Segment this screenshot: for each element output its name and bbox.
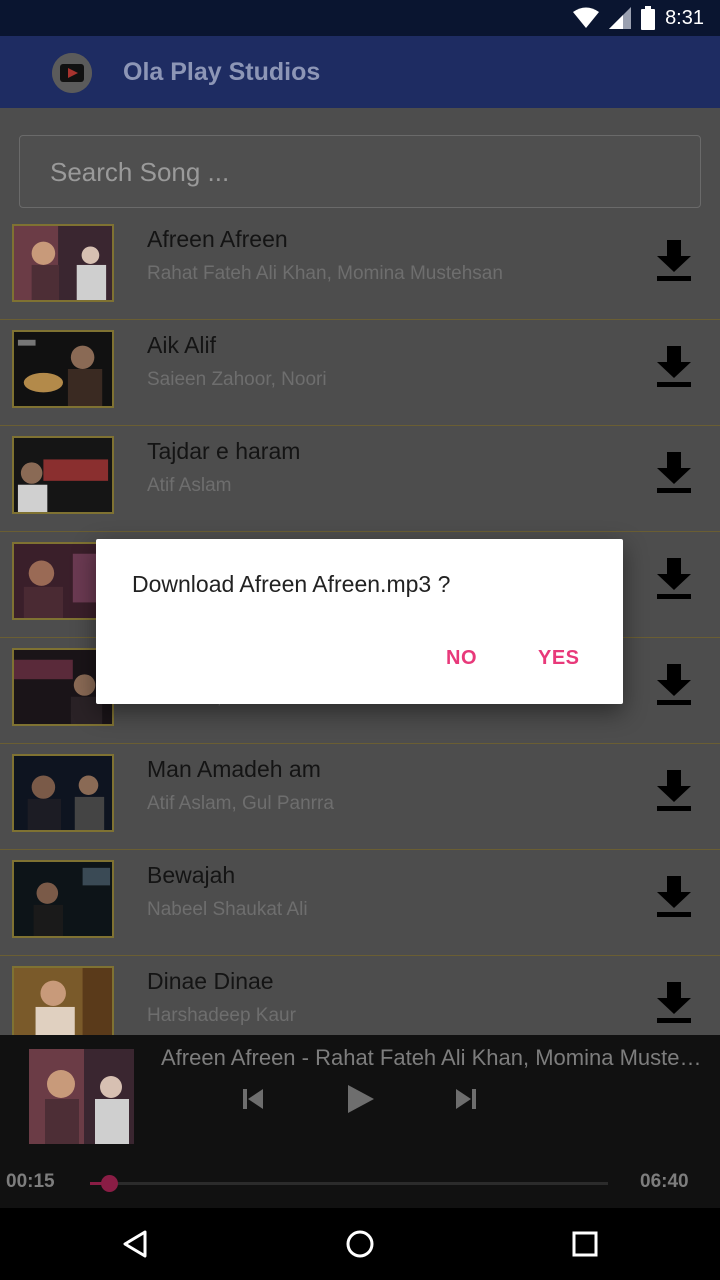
song-thumbnail [12, 224, 114, 302]
song-title: Afreen Afreen [147, 226, 288, 252]
song-artist: Nabeel Shaukat Ali [147, 899, 308, 920]
play-logo-icon [52, 53, 92, 93]
seek-bar[interactable] [90, 1175, 608, 1192]
song-artist: Atif Aslam, Gul Panrra [147, 793, 334, 814]
status-icons: 8:31 [573, 6, 704, 30]
home-icon[interactable] [342, 1226, 378, 1262]
dialog-message: Download Afreen Afreen.mp3 ? [132, 571, 451, 597]
song-title: Dinae Dinae [147, 968, 274, 994]
song-thumbnail [12, 860, 114, 938]
now-playing-title: Afreen Afreen - Rahat Fateh Ali Khan, Mo… [161, 1045, 713, 1070]
search-input[interactable] [50, 154, 650, 190]
song-artist: Atif Aslam [147, 475, 232, 496]
current-time: 00:15 [6, 1171, 55, 1192]
search-box[interactable] [19, 135, 701, 208]
song-thumbnail [12, 966, 114, 1035]
song-row[interactable]: Dinae Dinae Harshadeep Kaur [0, 956, 720, 1035]
song-title: Bewajah [147, 862, 236, 888]
download-icon[interactable] [655, 980, 693, 1024]
clock: 8:31 [665, 6, 704, 29]
song-title: Tajdar e haram [147, 438, 301, 464]
download-icon[interactable] [655, 768, 693, 812]
download-icon[interactable] [655, 344, 693, 388]
song-thumbnail [12, 330, 114, 408]
now-playing-artwork [29, 1049, 134, 1144]
wifi-icon [573, 7, 600, 28]
yes-button[interactable]: YES [538, 647, 580, 670]
song-row[interactable]: Tajdar e haram Atif Aslam [0, 426, 720, 532]
total-time: 06:40 [640, 1171, 689, 1192]
download-dialog: Download Afreen Afreen.mp3 ? NO YES [96, 539, 623, 704]
song-artist: Saieen Zahoor, Noori [147, 369, 327, 390]
next-icon[interactable] [446, 1079, 486, 1119]
song-artist: Rahat Fateh Ali Khan, Momina Mustehsan [147, 263, 503, 284]
battery-icon [641, 6, 656, 30]
mini-player: Afreen Afreen - Rahat Fateh Ali Khan, Mo… [0, 1035, 720, 1208]
app-bar: Ola Play Studios [0, 36, 720, 108]
app-title: Ola Play Studios [123, 58, 321, 86]
signal-icon [609, 7, 632, 29]
song-row[interactable]: Man Amadeh am Atif Aslam, Gul Panrra [0, 744, 720, 850]
song-thumbnail [12, 754, 114, 832]
song-row[interactable]: Afreen Afreen Rahat Fateh Ali Khan, Momi… [0, 214, 720, 320]
download-icon[interactable] [655, 238, 693, 282]
back-icon[interactable] [117, 1226, 153, 1262]
status-bar: 8:31 [0, 0, 720, 36]
song-title: Aik Alif [147, 332, 217, 358]
song-thumbnail [12, 436, 114, 514]
recents-icon[interactable] [567, 1226, 603, 1262]
play-icon[interactable] [340, 1079, 380, 1119]
song-title: Man Amadeh am [147, 756, 321, 782]
download-icon[interactable] [655, 556, 693, 600]
song-row[interactable]: Bewajah Nabeel Shaukat Ali [0, 850, 720, 956]
download-icon[interactable] [655, 662, 693, 706]
download-icon[interactable] [655, 874, 693, 918]
seek-handle[interactable] [101, 1175, 119, 1192]
system-nav-bar [0, 1208, 720, 1280]
download-icon[interactable] [655, 450, 693, 494]
previous-icon[interactable] [233, 1079, 273, 1119]
no-button[interactable]: NO [446, 647, 477, 670]
song-artist: Harshadeep Kaur [147, 1005, 296, 1026]
song-row[interactable]: Aik Alif Saieen Zahoor, Noori [0, 320, 720, 426]
